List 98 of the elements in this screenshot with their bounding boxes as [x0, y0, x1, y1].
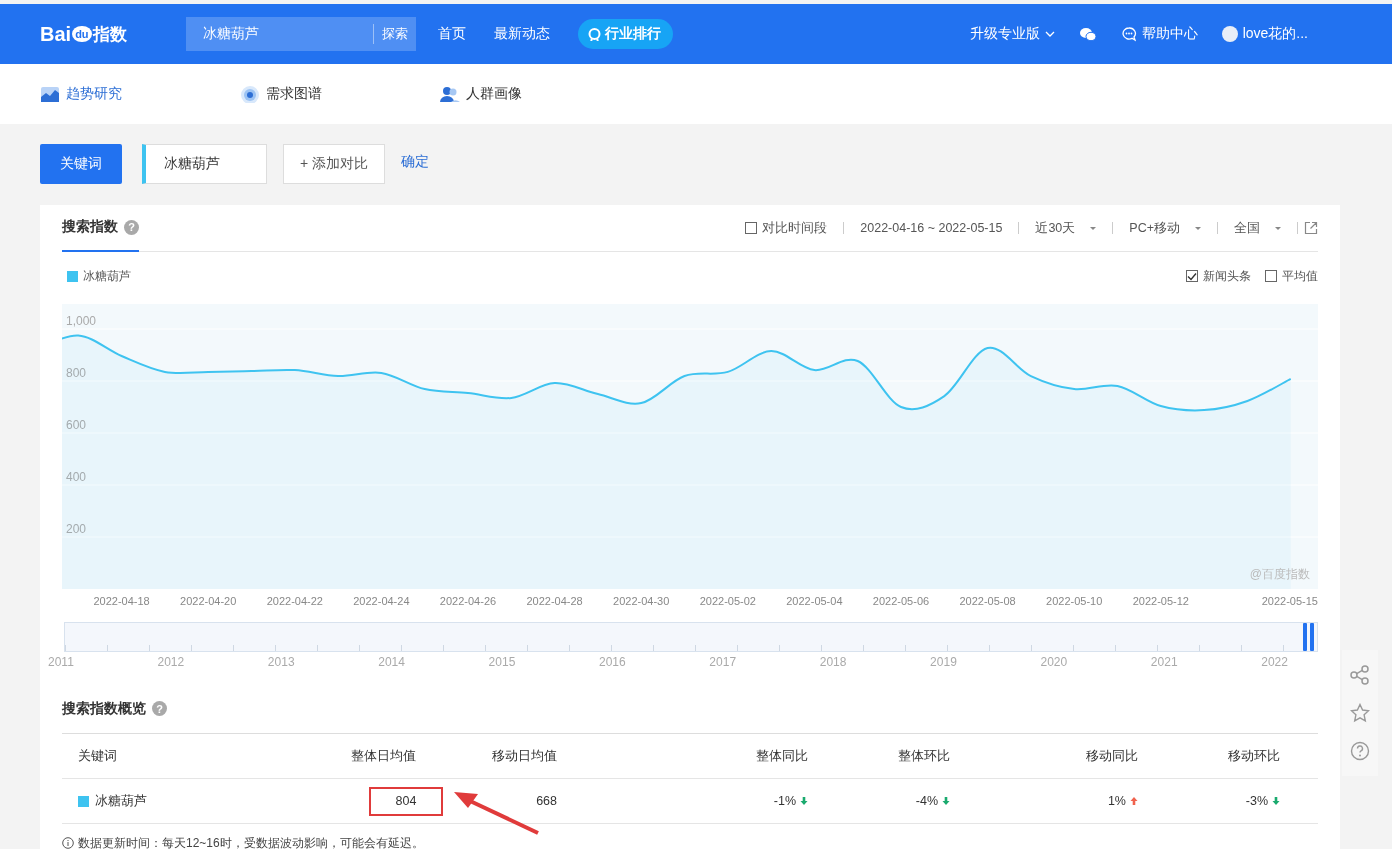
down-arrow-icon [800, 796, 808, 806]
x-tick-label: 2022-04-28 [526, 595, 583, 607]
column-header: 移动日均值 [491, 747, 557, 765]
x-tick-label: 2022-05-15 [1261, 595, 1318, 607]
x-tick-label: 2022-05-08 [959, 595, 1016, 607]
checkbox-label: 新闻头条 [1203, 267, 1251, 285]
check-icon [1187, 271, 1197, 281]
x-tick-label: 2022-05-02 [699, 595, 756, 607]
confirm-link[interactable]: 确定 [401, 153, 429, 171]
user-menu[interactable]: love花的... [1221, 25, 1308, 43]
column-header: 整体环比 [897, 747, 950, 765]
nav-link[interactable]: 最新动态 [494, 25, 550, 43]
down-arrow-icon [942, 796, 950, 806]
chart-icon [40, 85, 60, 103]
year-label: 2020 [1040, 655, 1068, 669]
dropdown[interactable]: 全国 [1224, 219, 1291, 237]
checkbox[interactable] [1265, 270, 1277, 282]
column-header: 整体日均值 [350, 747, 416, 765]
ranking-icon [588, 27, 601, 41]
y-tick-label: 600 [66, 418, 87, 432]
column-header: 移动同比 [1085, 747, 1138, 765]
chat-bubbles-icon[interactable] [1078, 26, 1097, 42]
help-icon[interactable] [1350, 741, 1370, 761]
x-tick-label: 2022-05-06 [872, 595, 930, 607]
table-cell: 668 [536, 794, 557, 808]
chevron-down-icon [1044, 31, 1055, 37]
year-label: 2021 [1150, 655, 1178, 669]
column-header: 整体同比 [755, 747, 808, 765]
avatar-icon [1221, 26, 1238, 42]
external-link-icon[interactable] [1304, 221, 1318, 235]
y-tick-label: 400 [66, 470, 87, 484]
legend-label: 冰糖葫芦 [83, 267, 131, 285]
logo[interactable]: Bai du 指数 [40, 22, 186, 46]
feature-tab[interactable]: 需求图谱 [240, 85, 440, 103]
search-field[interactable]: 冰糖葫芦 探索 [186, 17, 416, 51]
upgrade-menu[interactable]: 升级专业版 [969, 25, 1055, 43]
note-text: 数据更新时间：每天12~16时，受数据波动影响，可能会有延迟。 [78, 834, 424, 849]
help-icon[interactable]: ? [124, 219, 139, 235]
y-tick-label: 200 [66, 522, 87, 536]
column-header: 移动环比 [1227, 747, 1280, 765]
year-label: 2016 [599, 655, 626, 669]
keyword-field[interactable]: 冰糖葫芦 [142, 144, 267, 184]
year-label: 2011 [48, 655, 74, 669]
table-cell: -3% [1245, 794, 1268, 808]
section-title: 搜索指数概览 [62, 699, 146, 718]
help-link[interactable]: 帮助中心 [1120, 25, 1198, 43]
table-cell: -1% [773, 794, 796, 808]
chat-bubble-icon [1120, 26, 1137, 42]
year-label: 2012 [157, 655, 185, 669]
checkbox-label: 对比时间段 [762, 219, 828, 237]
target-icon [240, 85, 260, 103]
feature-tab[interactable]: 人群画像 [440, 85, 640, 103]
y-tick-label: 800 [66, 366, 87, 380]
checkbox[interactable] [1186, 270, 1198, 282]
nav-pill-button[interactable]: 行业排行 [578, 19, 673, 49]
x-tick-label: 2022-05-10 [1046, 595, 1103, 607]
keyword-button[interactable]: 关键词 [40, 144, 122, 184]
year-label: 2013 [267, 655, 295, 669]
chart-credit: @百度指数 [1249, 566, 1310, 583]
search-button[interactable]: 探索 [373, 24, 416, 44]
checkbox-label: 平均值 [1282, 267, 1318, 285]
column-header: 关键词 [77, 747, 118, 765]
year-label: 2022 [1261, 655, 1288, 669]
year-label: 2017 [709, 655, 737, 669]
help-icon[interactable]: ? [152, 701, 167, 716]
add-compare-button[interactable]: + 添加对比 [283, 144, 385, 184]
nav-link[interactable]: 首页 [438, 25, 466, 43]
dropdown[interactable]: 近30天 [1025, 219, 1107, 237]
table-cell: -4% [915, 794, 938, 808]
info-icon [62, 837, 74, 849]
keyword-label: 冰糖葫芦 [95, 792, 147, 810]
people-icon [440, 85, 460, 103]
x-tick-label: 2022-04-22 [266, 595, 323, 607]
x-tick-label: 2022-05-12 [1132, 595, 1189, 607]
feature-tab[interactable]: 趋势研究 [40, 85, 240, 103]
year-label: 2014 [378, 655, 405, 669]
slider-handles[interactable] [1303, 623, 1314, 651]
star-icon[interactable] [1350, 703, 1370, 723]
x-tick-label: 2022-04-20 [180, 595, 237, 607]
year-label: 2015 [488, 655, 516, 669]
x-tick-label: 2022-04-30 [613, 595, 670, 607]
x-tick-label: 2022-04-24 [353, 595, 410, 607]
down-arrow-icon [1272, 796, 1280, 806]
share-icon[interactable] [1350, 665, 1370, 685]
chart-tab[interactable]: 搜索指数 ? [62, 204, 139, 252]
checkbox[interactable] [745, 222, 758, 234]
x-tick-label: 2022-04-26 [439, 595, 497, 607]
table-cell: 1% [1107, 794, 1126, 808]
x-tick-label: 2022-04-18 [93, 595, 150, 607]
year-label: 2018 [819, 655, 847, 669]
date-range-picker[interactable]: 2022-04-16 ~ 2022-05-15 [850, 221, 1013, 235]
x-tick-label: 2022-05-04 [786, 595, 843, 607]
up-arrow-icon [1130, 796, 1138, 806]
table-cell: 804 [395, 794, 417, 808]
year-label: 2019 [930, 655, 957, 669]
y-tick-label: 1,000 [66, 314, 97, 328]
timeline-slider[interactable] [64, 622, 1318, 652]
dropdown[interactable]: PC+移动 [1119, 219, 1211, 237]
